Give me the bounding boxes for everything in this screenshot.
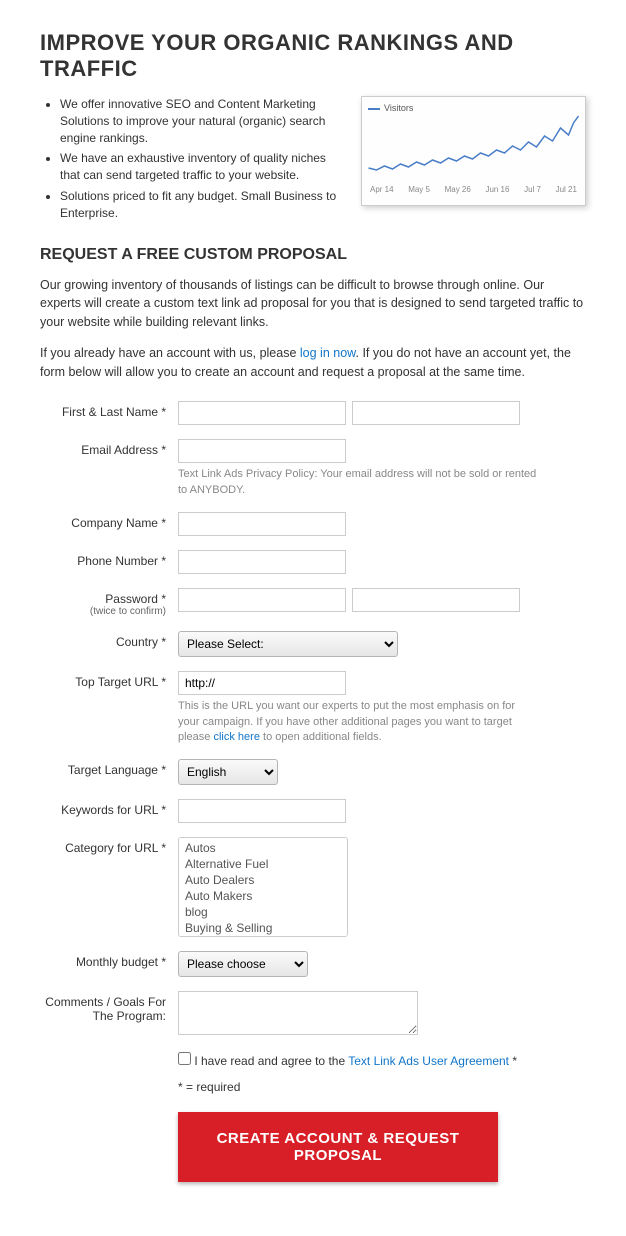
first-name-input[interactable] (178, 401, 346, 425)
keywords-input[interactable] (178, 799, 346, 823)
section-heading: REQUEST A FREE CUSTOM PROPOSAL (40, 246, 586, 264)
x-tick: May 5 (408, 185, 430, 194)
x-tick: Jul 7 (524, 185, 541, 194)
last-name-input[interactable] (352, 401, 520, 425)
login-link[interactable]: log in now (300, 346, 356, 360)
x-tick: Jul 21 (556, 185, 577, 194)
page-title: IMPROVE YOUR ORGANIC RANKINGS AND TRAFFI… (40, 30, 586, 82)
required-note: * = required (178, 1080, 586, 1094)
bullet-item: Solutions priced to fit any budget. Smal… (60, 188, 345, 222)
language-select[interactable]: English (178, 759, 278, 785)
url-label: Top Target URL * (40, 671, 178, 689)
category-multiselect[interactable]: Autos Alternative Fuel Auto Dealers Auto… (178, 837, 348, 937)
country-label: Country * (40, 631, 178, 649)
password-label: Password * (twice to confirm) (40, 588, 178, 617)
email-input[interactable] (178, 439, 346, 463)
additional-pages-link[interactable]: click here (213, 731, 259, 743)
bullet-item: We offer innovative SEO and Content Mark… (60, 96, 345, 146)
submit-button[interactable]: CREATE ACCOUNT & REQUEST PROPOSAL (178, 1112, 498, 1182)
bullet-item: We have an exhaustive inventory of quali… (60, 150, 345, 184)
intro-section: We offer innovative SEO and Content Mark… (40, 96, 586, 226)
country-select[interactable]: Please Select: (178, 631, 398, 657)
language-label: Target Language * (40, 759, 178, 777)
email-label: Email Address * (40, 439, 178, 457)
comments-textarea[interactable] (178, 991, 418, 1035)
phone-label: Phone Number * (40, 550, 178, 568)
chart-x-axis: Apr 14 May 5 May 26 Jun 16 Jul 7 Jul 21 (368, 183, 579, 194)
password-confirm-input[interactable] (352, 588, 520, 612)
x-tick: Apr 14 (370, 185, 394, 194)
company-label: Company Name * (40, 512, 178, 530)
password-sublabel: (twice to confirm) (40, 606, 166, 617)
keywords-label: Keywords for URL * (40, 799, 178, 817)
budget-label: Monthly budget * (40, 951, 178, 969)
proposal-form: First & Last Name * Email Address * Text… (40, 401, 586, 1182)
phone-input[interactable] (178, 550, 346, 574)
chart-legend: Visitors (368, 103, 579, 113)
name-label: First & Last Name * (40, 401, 178, 419)
para2-part-a: If you already have an account with us, … (40, 346, 300, 360)
page-container: IMPROVE YOUR ORGANIC RANKINGS AND TRAFFI… (0, 0, 626, 1236)
user-agreement-link[interactable]: Text Link Ads User Agreement (348, 1054, 509, 1068)
agree-text-b: * (509, 1054, 517, 1068)
email-hint: Text Link Ads Privacy Policy: Your email… (178, 467, 538, 498)
bullet-list: We offer innovative SEO and Content Mark… (40, 96, 345, 226)
url-hint: This is the URL you want our experts to … (178, 699, 538, 745)
x-tick: May 26 (445, 185, 471, 194)
comments-label: Comments / Goals For The Program: (40, 991, 178, 1023)
visitors-chart: Visitors Apr 14 May 5 May 26 Jun 16 Jul … (361, 96, 586, 206)
intro-paragraph-2: If you already have an account with us, … (40, 344, 586, 382)
company-input[interactable] (178, 512, 346, 536)
agree-checkbox[interactable] (178, 1052, 191, 1065)
password-input[interactable] (178, 588, 346, 612)
target-url-input[interactable] (178, 671, 346, 695)
agree-text-a: I have read and agree to the (194, 1054, 348, 1068)
budget-select[interactable]: Please choose (178, 951, 308, 977)
intro-paragraph-1: Our growing inventory of thousands of li… (40, 276, 586, 332)
x-tick: Jun 16 (485, 185, 509, 194)
chart-line-icon (368, 113, 579, 183)
category-label: Category for URL * (40, 837, 178, 855)
